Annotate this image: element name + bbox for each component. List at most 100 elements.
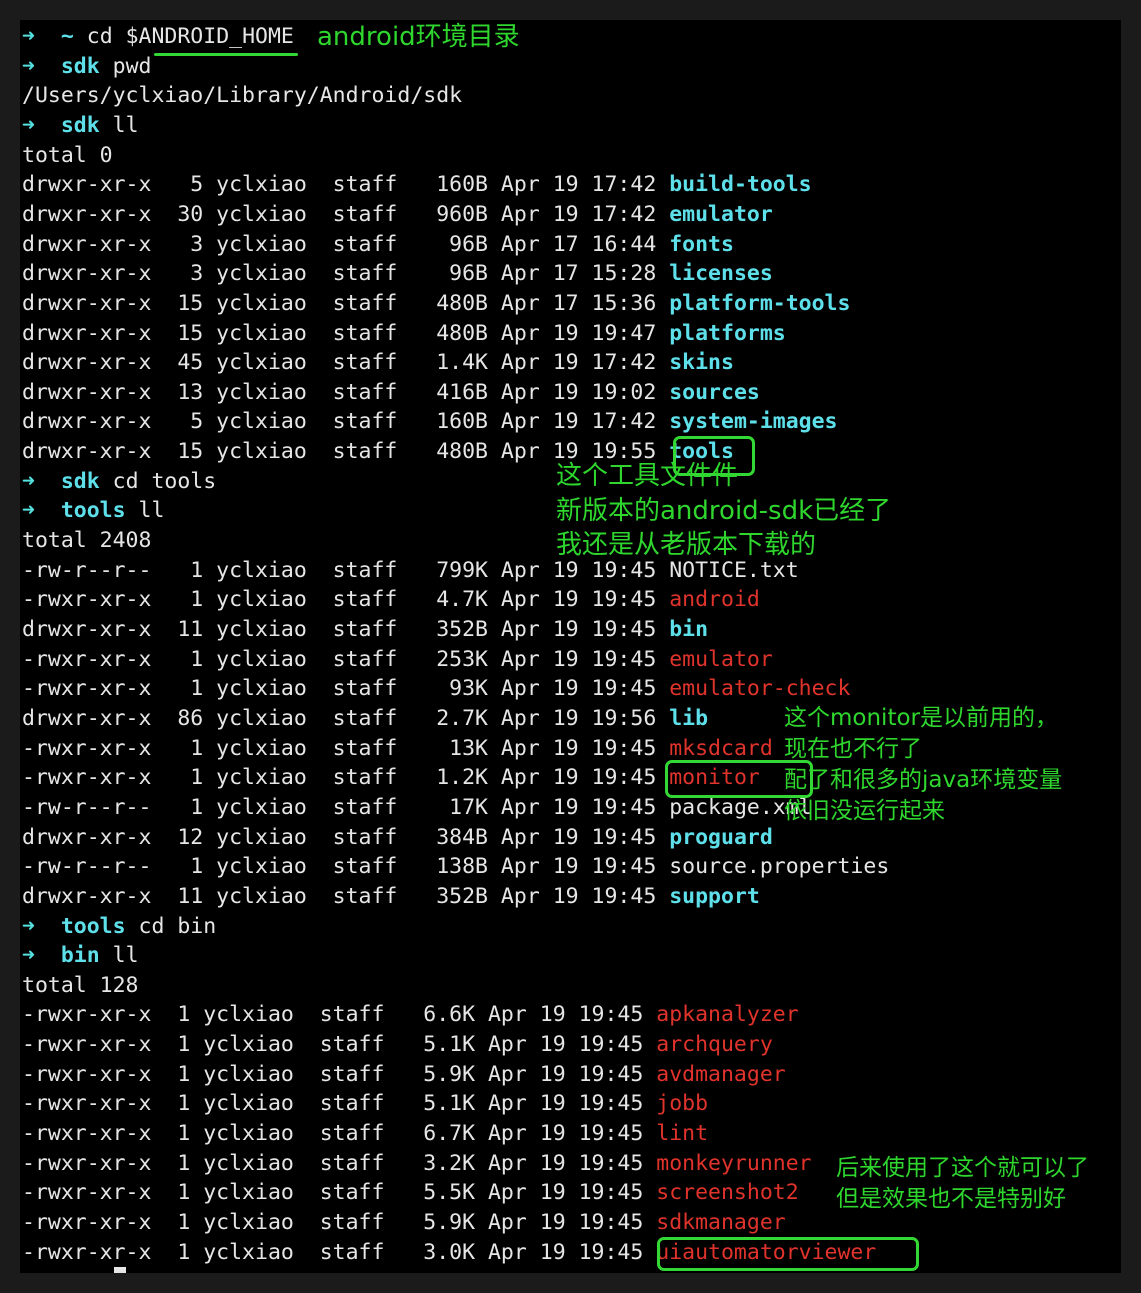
- listing-entry: drwxr-xr-x 12 yclxiao staff 384B Apr 19 …: [22, 823, 773, 852]
- entry-name: avdmanager: [656, 1061, 786, 1087]
- annotation-uiautomator-line2: 但是效果也不是特别好: [836, 1186, 1066, 1212]
- prompt-arrow-icon: ➜: [22, 53, 35, 79]
- entry-name: licenses: [669, 261, 773, 287]
- annotation-uiautomator-line1: 后来使用了这个就可以了: [836, 1155, 1089, 1181]
- highlight-uiautomatorviewer: [657, 1237, 919, 1271]
- prompt-command: ll: [138, 498, 165, 524]
- entry-name: skins: [669, 350, 734, 376]
- listing-entry: -rwxr-xr-x 1 yclxiao staff 5.1K Apr 19 1…: [22, 1089, 708, 1118]
- prompt-command: cd $ANDROID_HOME: [86, 24, 294, 49]
- entry-meta: drwxr-xr-x 86 yclxiao staff 2.7K Apr 19 …: [22, 705, 670, 731]
- listing-entry: -rwxr-xr-x 1 yclxiao staff 4.7K Apr 19 1…: [22, 585, 760, 614]
- prompt-arrow-icon: ➜: [22, 498, 35, 524]
- entry-name: emulator: [669, 201, 773, 227]
- listing-entry: -rwxr-xr-x 1 yclxiao staff 6.7K Apr 19 1…: [22, 1119, 708, 1148]
- prompt-cwd: sdk: [60, 112, 100, 138]
- prompt-cwd: bin: [60, 943, 100, 969]
- entry-name: jobb: [656, 1091, 709, 1117]
- entry-name: lint: [656, 1121, 709, 1147]
- entry-meta: drwxr-xr-x 3 yclxiao staff 96B Apr 17 16…: [22, 231, 670, 257]
- entry-meta: drwxr-xr-x 30 yclxiao staff 960B Apr 19 …: [22, 201, 670, 227]
- annotation-android-home: android环境目录: [317, 22, 520, 52]
- listing-entry: drwxr-xr-x 45 yclxiao staff 1.4K Apr 19 …: [22, 348, 734, 377]
- entry-name: monkeyrunner: [656, 1150, 812, 1176]
- listing-entry: -rwxr-xr-x 1 yclxiao staff 5.1K Apr 19 1…: [22, 1030, 773, 1059]
- output-line: total 128: [22, 972, 139, 998]
- prompt-command: cd tools: [112, 468, 217, 494]
- entry-meta: -rwxr-xr-x 1 yclxiao staff 6.6K Apr 19 1…: [22, 1002, 657, 1028]
- listing-entry: -rwxr-xr-x 1 yclxiao staff 3.2K Apr 19 1…: [22, 1149, 812, 1178]
- prompt-arrow-icon: ➜: [22, 24, 35, 49]
- terminal-window[interactable]: ➜ ~ cd $ANDROID_HOME ➜ sdk pwd/Users/yclx…: [20, 20, 1121, 1273]
- listing-entry: drwxr-xr-x 5 yclxiao staff 160B Apr 19 1…: [22, 407, 838, 436]
- entry-meta: -rwxr-xr-x 1 yclxiao staff 253K Apr 19 1…: [22, 646, 670, 672]
- prompt-command: cd bin: [138, 913, 217, 939]
- prompt-line: ➜ tools ll: [22, 496, 164, 525]
- listing-entry: drwxr-xr-x 86 yclxiao staff 2.7K Apr 19 …: [22, 704, 708, 733]
- entry-meta: drwxr-xr-x 12 yclxiao staff 384B Apr 19 …: [22, 824, 670, 850]
- entry-meta: drwxr-xr-x 3 yclxiao staff 96B Apr 17 15…: [22, 261, 670, 287]
- listing-entry: -rwxr-xr-x 1 yclxiao staff 253K Apr 19 1…: [22, 645, 773, 674]
- listing-entry: drwxr-xr-x 30 yclxiao staff 960B Apr 19 …: [22, 200, 773, 229]
- entry-meta: -rwxr-xr-x 1 yclxiao staff 5.9K Apr 19 1…: [22, 1210, 657, 1235]
- entry-name: system-images: [669, 409, 838, 435]
- prompt-cwd: sdk: [60, 53, 100, 79]
- prompt-line: ➜ bin ll: [22, 941, 139, 970]
- prompt-arrow-icon: ➜: [22, 112, 35, 138]
- output-line: total 2408: [22, 528, 152, 554]
- entry-meta: drwxr-xr-x 15 yclxiao staff 480B Apr 19 …: [22, 320, 670, 346]
- entry-name: source.properties: [669, 854, 890, 880]
- output-line: /Users/yclxiao/Library/Android/sdk: [22, 83, 463, 109]
- entry-name: proguard: [669, 824, 773, 850]
- listing-entry: -rwxr-xr-x 1 yclxiao staff 93K Apr 19 19…: [22, 674, 850, 703]
- entry-meta: -rw-r--r-- 1 yclxiao staff 138B Apr 19 1…: [22, 854, 670, 880]
- listing-entry: drwxr-xr-x 3 yclxiao staff 96B Apr 17 16…: [22, 230, 734, 259]
- listing-entry: drwxr-xr-x 13 yclxiao staff 416B Apr 19 …: [22, 378, 760, 407]
- prompt-line: ➜ tools cd bin: [22, 912, 216, 941]
- entry-meta: drwxr-xr-x 11 yclxiao staff 352B Apr 19 …: [22, 617, 670, 642]
- entry-meta: -rwxr-xr-x 1 yclxiao staff 93K Apr 19 19…: [22, 676, 670, 702]
- entry-name: fonts: [669, 231, 734, 257]
- listing-entry: -rwxr-xr-x 1 yclxiao staff 5.5K Apr 19 1…: [22, 1178, 799, 1207]
- prompt-line: ➜ sdk cd tools: [22, 467, 216, 496]
- entry-meta: -rwxr-xr-x 1 yclxiao staff 5.1K Apr 19 1…: [22, 1091, 657, 1117]
- annotation-monitor-line2: 现在也不行了: [784, 736, 922, 762]
- entry-meta: -rwxr-xr-x 1 yclxiao staff 1.2K Apr 19 1…: [22, 765, 670, 791]
- entry-meta: -rwxr-xr-x 1 yclxiao staff 5.5K Apr 19 1…: [22, 1180, 657, 1206]
- entry-meta: -rwxr-xr-x 1 yclxiao staff 13K Apr 19 19…: [22, 735, 670, 761]
- entry-name: archquery: [656, 1032, 773, 1058]
- entry-meta: -rwxr-xr-x 1 yclxiao staff 5.9K Apr 19 1…: [22, 1061, 657, 1087]
- prompt-cwd: tools: [60, 913, 126, 939]
- entry-meta: drwxr-xr-x 11 yclxiao staff 352B Apr 19 …: [22, 883, 670, 909]
- listing-entry: -rwxr-xr-x 1 yclxiao staff 1.2K Apr 19 1…: [22, 763, 760, 792]
- entry-name: support: [669, 883, 760, 909]
- annotation-monitor-line4: 依旧没运行起来: [784, 798, 945, 824]
- entry-name: bin: [669, 617, 709, 642]
- listing-entry: -rwxr-xr-x 1 yclxiao staff 13K Apr 19 19…: [22, 734, 773, 763]
- entry-name: platform-tools: [669, 290, 851, 316]
- prompt-command: ll: [112, 112, 139, 138]
- listing-entry: drwxr-xr-x 11 yclxiao staff 352B Apr 19 …: [22, 882, 760, 911]
- prompt-line: ➜ ~ cd $ANDROID_HOME: [22, 22, 294, 51]
- entry-name: screenshot2: [656, 1180, 799, 1206]
- annotation-tools-line2: 新版本的android-sdk已经了: [556, 496, 892, 526]
- listing-entry: drwxr-xr-x 11 yclxiao staff 352B Apr 19 …: [22, 615, 708, 644]
- prompt-cwd: ~: [60, 24, 74, 49]
- listing-entry: -rwxr-xr-x 1 yclxiao staff 5.9K Apr 19 1…: [22, 1208, 786, 1237]
- entry-meta: drwxr-xr-x 45 yclxiao staff 1.4K Apr 19 …: [22, 350, 670, 376]
- entry-meta: -rwxr-xr-x 1 yclxiao staff 5.1K Apr 19 1…: [22, 1032, 657, 1058]
- entry-meta: drwxr-xr-x 5 yclxiao staff 160B Apr 19 1…: [22, 409, 670, 435]
- entry-meta: -rw-r--r-- 1 yclxiao staff 17K Apr 19 19…: [22, 794, 670, 820]
- listing-entry: -rwxr-xr-x 1 yclxiao staff 6.6K Apr 19 1…: [22, 1000, 799, 1029]
- prompt-arrow-icon: ➜: [22, 943, 35, 969]
- entry-name: emulator: [669, 646, 773, 672]
- prompt-cwd: tools: [60, 498, 126, 524]
- entry-meta: drwxr-xr-x 13 yclxiao staff 416B Apr 19 …: [22, 379, 670, 405]
- prompt-command: pwd: [112, 53, 152, 79]
- entry-meta: -rwxr-xr-x 1 yclxiao staff 6.7K Apr 19 1…: [22, 1121, 657, 1147]
- prompt-arrow-icon: ➜: [22, 468, 35, 494]
- entry-meta: -rwxr-xr-x 1 yclxiao staff 3.2K Apr 19 1…: [22, 1150, 657, 1176]
- listing-entry: drwxr-xr-x 3 yclxiao staff 96B Apr 17 15…: [22, 259, 773, 288]
- entry-name: lib: [669, 705, 709, 731]
- prompt-arrow-icon: ➜: [22, 913, 35, 939]
